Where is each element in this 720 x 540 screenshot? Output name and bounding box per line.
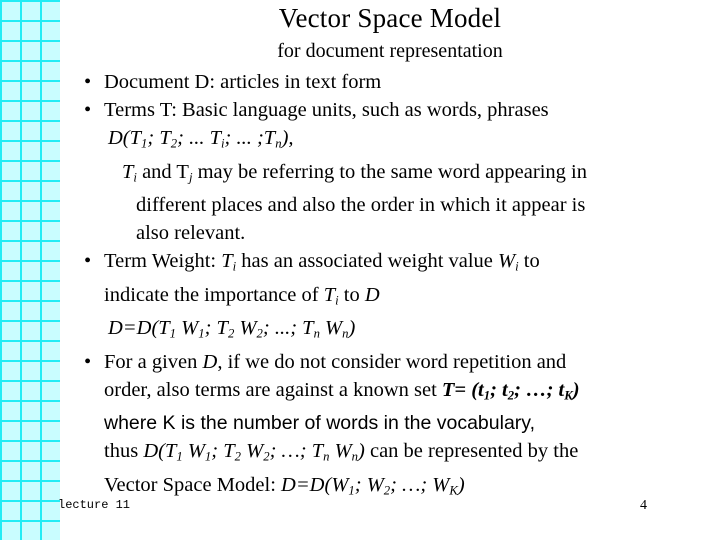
term-weight-mid: has an associated weight value (236, 250, 499, 273)
term-weight-pre: Term Weight: (104, 250, 222, 273)
b4l2-sep-1: ; t (490, 378, 508, 401)
eq2-sep-2: ; ...; T (262, 317, 314, 340)
bullet-item-document: • Document D: articles in text form (66, 68, 716, 96)
tw2-pre: indicate the importance of (104, 283, 324, 306)
terms-note-line-1: Ti and Tj may be referring to the same w… (66, 158, 716, 192)
b4-line-4: thus D(T1 W1; T2 W2; …; Tn Wn) can be re… (66, 437, 716, 471)
b4l2-t: T= (t (441, 378, 484, 401)
bullet-text-document: Document D: articles in text form (104, 71, 382, 93)
slide-canvas: Vector Space Model for document represen… (0, 0, 720, 540)
b4l5-open: D=D(W (281, 473, 349, 496)
footer-lecture-label: lecture 11 (58, 498, 131, 512)
eq2-sep-1: ; T (204, 317, 228, 340)
bullet-text-terms: Terms T: Basic language units, such as w… (104, 99, 549, 121)
eq1-sep-2: ; ... T (177, 127, 221, 149)
note-rest: may be referring to the same word appear… (192, 160, 587, 183)
equation-weighted-document: D=D(T1 W1; T2 W2; ...; Tn Wn) (66, 314, 716, 348)
bullet-dot-icon: • (84, 350, 92, 373)
page-subtitle: for document representation (277, 40, 503, 62)
b4-pre: For a given (104, 350, 203, 373)
b4-post: , if we do not consider word repetition … (217, 350, 567, 373)
b4l5-close: ) (457, 473, 465, 496)
b4l4-wn: W (329, 440, 352, 463)
tw2-t: T (323, 283, 336, 306)
b4l4-post: can be represented by the (364, 440, 579, 463)
b4l4-w2: W (241, 440, 264, 463)
note-mid: and T (136, 160, 189, 183)
eq2-close: ) (348, 317, 356, 340)
b4l2-sub-K: K (564, 388, 573, 403)
terms-note-line-2: different places and also the order in w… (136, 194, 586, 217)
b4-line-5: Vector Space Model: D=D(W1; W2; …; WK) (66, 471, 716, 505)
equation-document-terms: D(T1; T2; ... Ti; ... ;Tn), (66, 124, 716, 158)
term-weight-t: T (221, 250, 233, 273)
eq1-close: ), (281, 127, 294, 149)
b4l4-w1: W (182, 440, 205, 463)
bullet-item-terms: • Terms T: Basic language units, such as… (66, 96, 716, 124)
eq1-sep-3: ; ... ;T (224, 127, 276, 149)
b4l4-close: ) (358, 440, 365, 463)
eq2-wn: W (319, 317, 343, 340)
bullet-dot-icon: • (84, 250, 92, 273)
footer-page-number: 4 (640, 498, 647, 513)
b4l2-sep-2: ; …; t (514, 378, 565, 401)
eq1-sep-1: ; T (147, 127, 171, 149)
page-title: Vector Space Model (278, 3, 502, 33)
slide-body: • Document D: articles in text form • Te… (66, 68, 716, 504)
bullet-item-given-d: • For a given D, if we do not consider w… (66, 348, 716, 376)
tw2-mid: to (338, 283, 365, 306)
b4l5-pre: Vector Space Model: (104, 473, 282, 496)
eq2-open: D=D(T (108, 317, 170, 340)
b4l5-sub-K: K (449, 483, 458, 498)
term-weight-end: to (518, 250, 540, 273)
bullet-dot-icon: • (84, 71, 92, 93)
eq2-w1: W (176, 317, 199, 340)
b4l4-pre: thus (104, 440, 144, 463)
term-weight-line-2: indicate the importance of Ti to D (66, 281, 716, 315)
note-t: T (122, 160, 134, 183)
decorative-grid-band (0, 0, 60, 540)
b4l5-sep-1: ; W (354, 473, 384, 496)
eq2-w2: W (234, 317, 257, 340)
bullet-dot-icon: • (84, 99, 92, 121)
b4l4-sep-1: ; T (211, 440, 235, 463)
term-weight-w: W (498, 250, 516, 273)
tw2-d: D (364, 283, 380, 306)
b4l2-pre: order, also terms are against a known se… (104, 378, 442, 401)
b4l2-close: ) (572, 378, 580, 401)
b4-line-3: where K is the number of words in the vo… (104, 412, 536, 435)
b4l4-sep-2: ; …; T (269, 440, 324, 463)
eq1-open: D(T (108, 127, 142, 149)
b4l5-sep-2: ; …; W (390, 473, 450, 496)
b4l4-open: D(T (143, 440, 177, 463)
grid-cells (0, 0, 60, 540)
terms-note-line-3: also relevant. (136, 222, 246, 245)
b4-d: D (202, 350, 218, 373)
b4-line-2: order, also terms are against a known se… (66, 376, 716, 410)
bullet-item-term-weight: • Term Weight: Ti has an associated weig… (66, 247, 716, 281)
